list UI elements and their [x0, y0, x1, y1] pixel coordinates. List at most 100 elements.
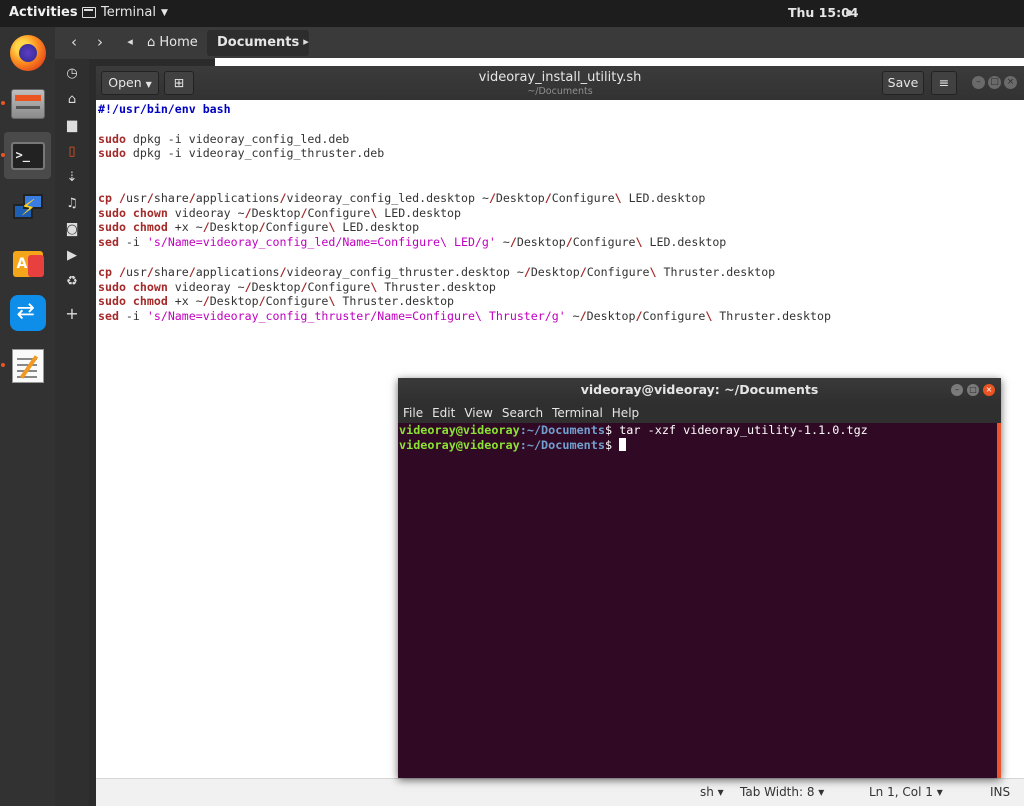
activities-button[interactable]: Activities	[9, 5, 78, 20]
dock-teamviewer[interactable]	[4, 289, 51, 336]
running-indicator	[1, 363, 5, 367]
path-documents[interactable]: Documents	[207, 30, 310, 56]
recent-icon[interactable]: ◷	[55, 66, 89, 81]
code-editor[interactable]: #!/usr/bin/env bash sudo dpkg -i videoray…	[98, 102, 1018, 324]
dock: >_ ⚡ A	[0, 27, 55, 806]
code-token: /	[579, 309, 587, 324]
dock-files[interactable]	[1, 80, 51, 127]
code-line: sed -i 's/Name=videoray_config_led/Name=…	[98, 235, 1018, 250]
music-icon[interactable]: ♫	[55, 196, 89, 211]
code-token: /	[244, 205, 252, 220]
code-token: +x ~	[167, 220, 203, 235]
code-line: sudo chmod +x ~/Desktop/Configure\ LED.d…	[98, 220, 1018, 235]
back-icon[interactable]: ‹	[63, 33, 85, 51]
code-token: Desktop	[209, 294, 259, 309]
close-button[interactable]: ×	[1004, 76, 1017, 89]
path-home[interactable]: ⌂ Home	[137, 30, 208, 56]
forward-icon[interactable]: ›	[89, 33, 111, 51]
downloads-icon[interactable]: ⇣	[55, 170, 89, 185]
dock-network-tool[interactable]: ⚡	[4, 185, 51, 232]
code-token: Configure	[586, 264, 650, 279]
terminal-line: videoray@videoray:~/Documents$	[399, 438, 1001, 453]
code-token: sed	[98, 235, 119, 250]
code-token: Configure	[572, 235, 636, 250]
tab-width-selector[interactable]: Tab Width: 8 ▾	[740, 785, 824, 799]
code-token: /	[118, 190, 126, 205]
code-token: sudo	[98, 205, 126, 220]
dock-text-editor[interactable]	[1, 342, 51, 389]
software-center-icon: A	[10, 243, 46, 279]
terminal-title: videoray@videoray: ~/Documents	[398, 378, 1001, 403]
minimize-button[interactable]: –	[951, 384, 963, 396]
maximize-button[interactable]: □	[967, 384, 979, 396]
path-right-icon[interactable]: ▸	[295, 35, 317, 48]
code-token: -i	[118, 235, 147, 250]
code-token: LED.desktop	[642, 235, 727, 250]
trash-icon[interactable]: ♻	[55, 274, 89, 289]
terminal-line: videoray@videoray:~/Documents$ tar -xzf …	[399, 423, 1001, 438]
code-token: Configure	[307, 279, 371, 294]
files-icon	[10, 88, 45, 119]
dock-firefox[interactable]	[4, 29, 51, 76]
code-token: 's/Name=videoray_config_thruster/Name=Co…	[146, 309, 566, 324]
terminal-user: videoray@videoray	[399, 423, 520, 437]
code-token: Configure	[265, 220, 329, 235]
code-token: /	[202, 294, 210, 309]
firefox-icon	[9, 34, 46, 71]
code-line: sudo chown videoray ~/Desktop/Configure\…	[98, 280, 1018, 295]
code-token: sudo	[98, 294, 126, 309]
files-sidebar: ◷ ⌂ ▆ ▯ ⇣ ♫ ◙ ▶ ♻ +	[55, 59, 89, 806]
code-token: Thruster.desktop	[377, 279, 496, 294]
terminal-output[interactable]: videoray@videoray:~/Documents$ tar -xzf …	[398, 423, 1001, 778]
code-token: Configure	[551, 190, 615, 205]
menu-terminal[interactable]: Terminal	[552, 403, 603, 423]
menu-search[interactable]: Search	[502, 403, 543, 423]
menu-help[interactable]: Help	[612, 403, 639, 423]
terminal-menubar: File Edit View Search Terminal Help	[398, 403, 1001, 423]
code-token: cp	[98, 264, 112, 279]
add-location-icon[interactable]: +	[55, 304, 89, 323]
folder-icon[interactable]: ▆	[55, 118, 89, 133]
code-token: cp	[98, 190, 112, 205]
code-token: /	[579, 264, 587, 279]
menu-file[interactable]: File	[403, 403, 423, 423]
code-token: Desktop	[495, 190, 545, 205]
app-menu[interactable]: Terminal ▼	[82, 5, 168, 20]
code-token: \	[635, 235, 643, 250]
minimize-button[interactable]: –	[972, 76, 985, 89]
code-token: Configure	[307, 205, 371, 220]
cursor	[619, 438, 627, 451]
pictures-icon[interactable]: ◙	[55, 222, 89, 237]
dock-software-center[interactable]: A	[4, 237, 51, 284]
home-icon[interactable]: ⌂	[55, 92, 89, 107]
code-token: /	[523, 264, 531, 279]
videos-icon[interactable]: ▶	[55, 248, 89, 263]
cursor-position[interactable]: Ln 1, Col 1 ▾	[869, 785, 943, 799]
code-token: /	[258, 220, 266, 235]
dock-terminal[interactable]: >_	[1, 132, 51, 179]
code-token: videoray ~	[167, 205, 245, 220]
home-icon: ⌂	[147, 35, 160, 50]
language-selector[interactable]: sh ▾	[700, 785, 724, 799]
code-line: cp /usr/share/applications/videoray_conf…	[98, 191, 1018, 206]
terminal-scrollbar[interactable]	[997, 423, 1001, 778]
close-button[interactable]: ×	[983, 384, 995, 396]
code-token: /	[258, 294, 266, 309]
code-token: Thruster.desktop	[335, 294, 455, 309]
terminal-path: :~/Documents	[519, 438, 605, 452]
code-token: usr	[125, 190, 147, 205]
menu-view[interactable]: View	[464, 403, 492, 423]
menu-button[interactable]: ≡	[931, 71, 957, 95]
maximize-button[interactable]: □	[988, 76, 1001, 89]
insert-mode[interactable]: INS	[990, 785, 1010, 799]
documents-icon[interactable]: ▯	[55, 144, 89, 159]
terminal-prompt: $	[604, 438, 620, 452]
code-token: videoray ~	[167, 279, 245, 294]
save-button[interactable]: Save	[882, 71, 924, 95]
menu-edit[interactable]: Edit	[432, 403, 455, 423]
code-token: /	[279, 264, 287, 279]
